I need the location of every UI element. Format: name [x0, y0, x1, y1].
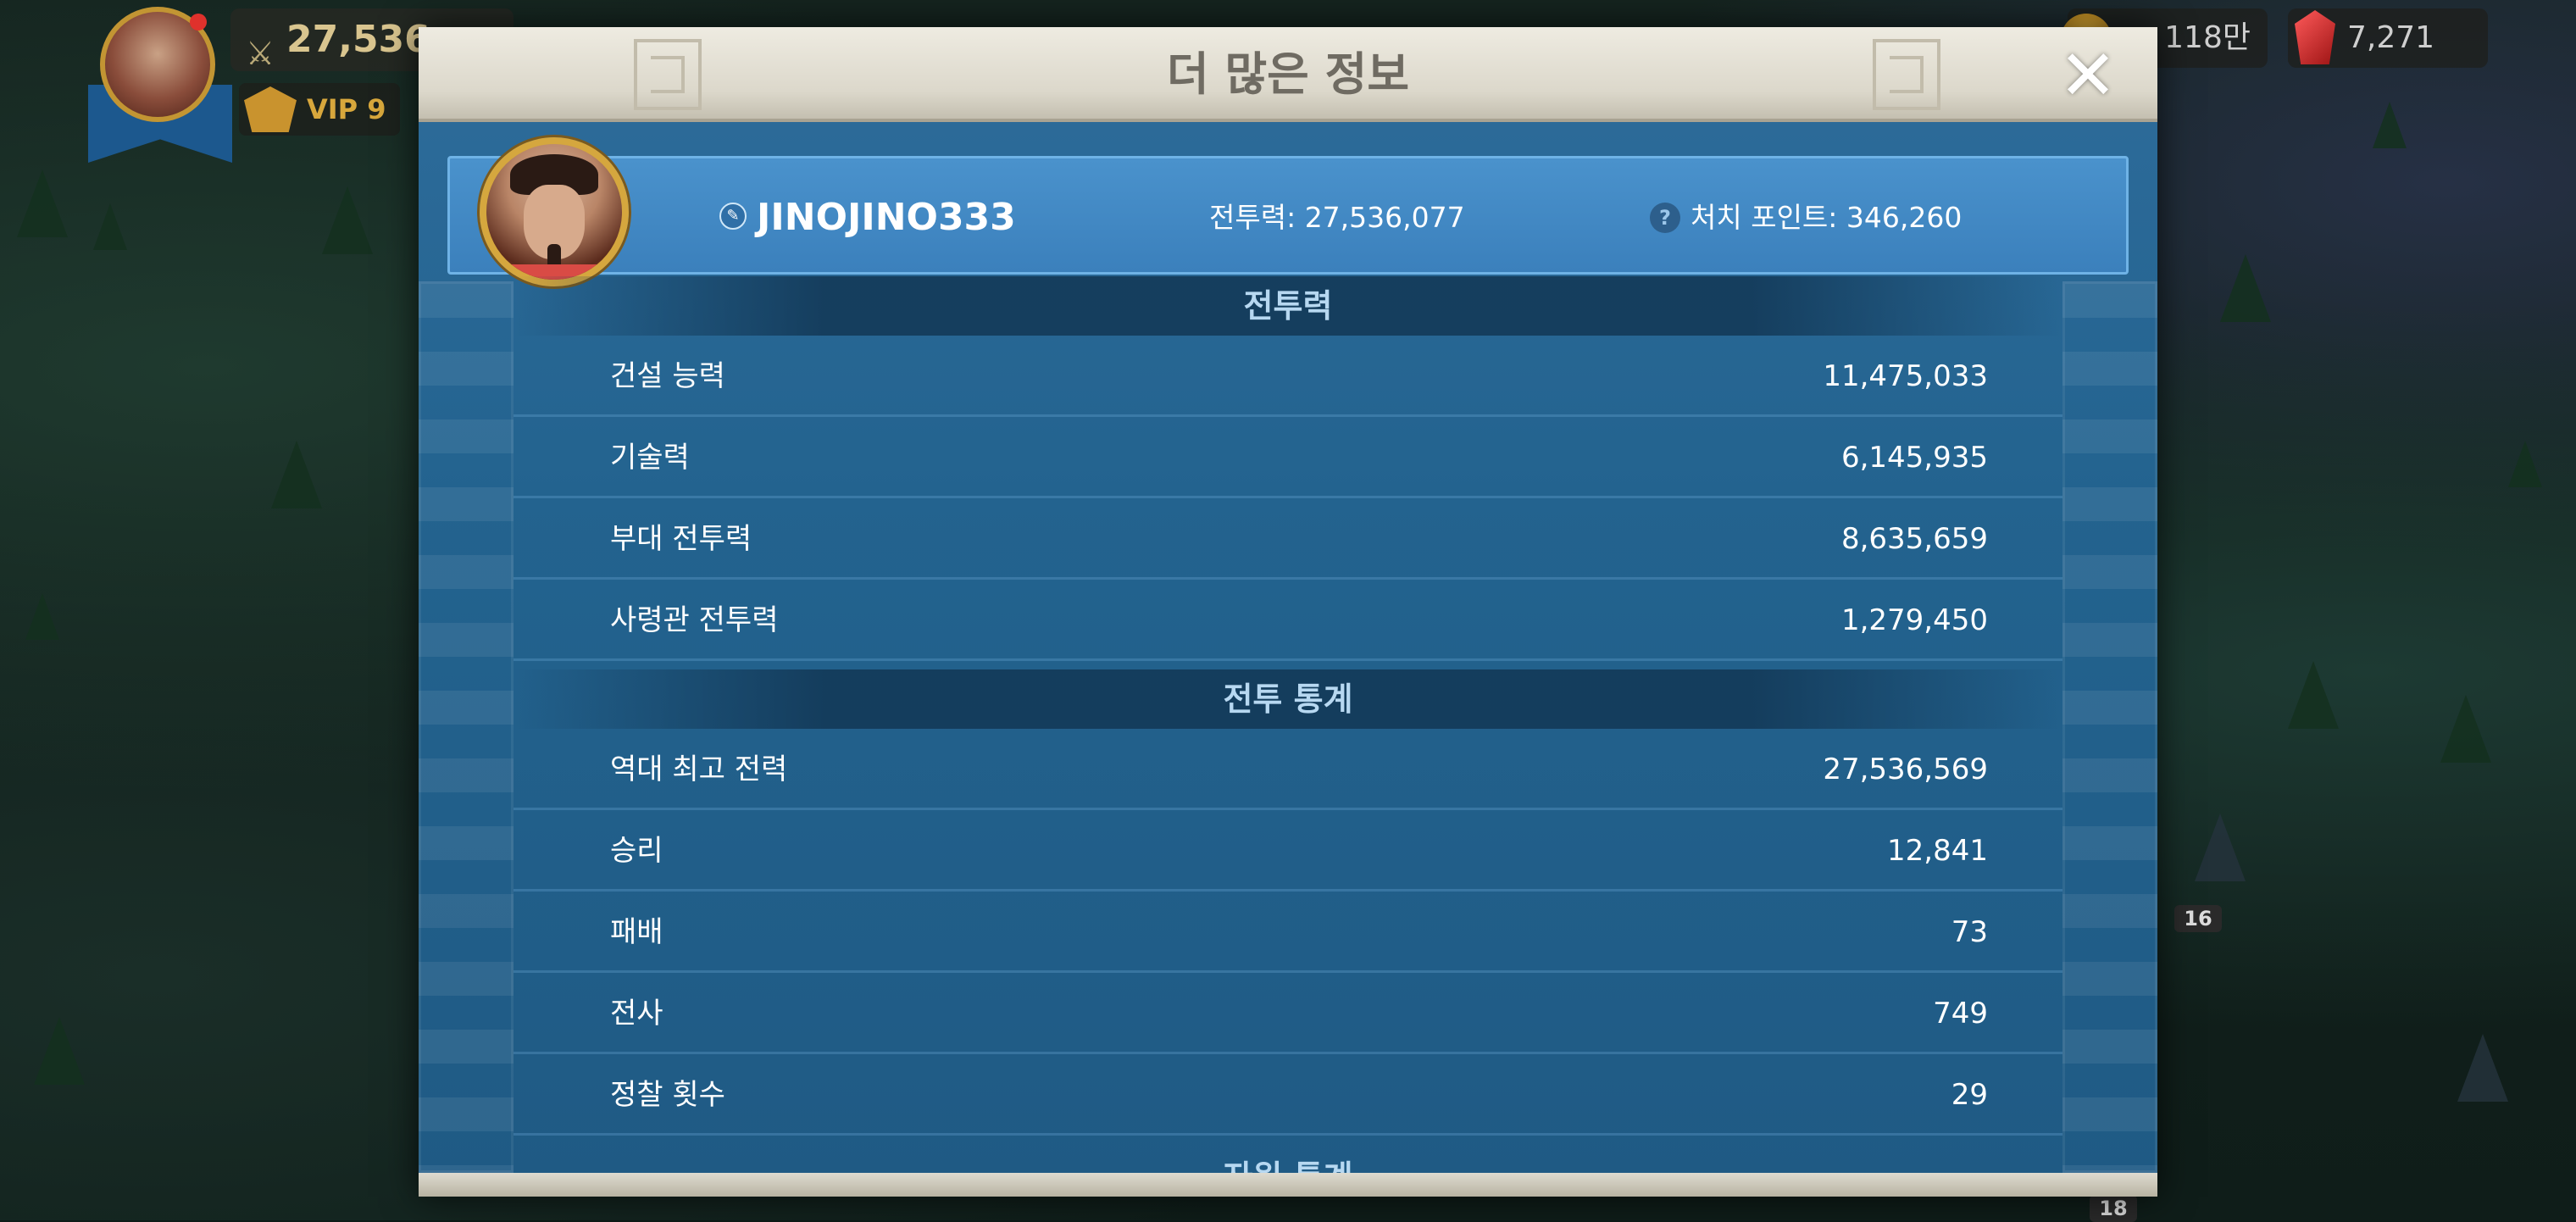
row-value: 29	[1951, 1078, 1988, 1112]
hud-gems-display[interactable]: 7,271	[2288, 8, 2488, 68]
side-ornament-right	[2062, 281, 2157, 1173]
row-label: 건설 능력	[610, 359, 725, 393]
table-row: 사령관 전투력 1,279,450	[514, 580, 2062, 661]
table-row: 전사 749	[514, 973, 2062, 1054]
tree-decoration	[2373, 102, 2407, 148]
table-row: 승리 12,841	[514, 810, 2062, 892]
dialog-bottom-bar	[419, 1173, 2157, 1197]
table-row: 기술력 6,145,935	[514, 417, 2062, 498]
hud-avatar[interactable]	[100, 7, 215, 122]
section-header-partial: 자원 통계	[514, 1159, 2062, 1173]
table-row: 역대 최고 전력 27,536,569	[514, 729, 2062, 810]
hud-vip-badge[interactable]: VIP 9	[239, 83, 400, 136]
tree-decoration	[2457, 1034, 2508, 1102]
more-info-dialog: 더 많은 정보 ✕ ✎ JINOJINO333 전투력: 27,536,077 …	[419, 27, 2157, 1197]
row-value: 749	[1933, 997, 1988, 1030]
notification-dot	[190, 14, 207, 31]
player-info-banner: ✎ JINOJINO333 전투력: 27,536,077 ? 처치 포인트: …	[447, 156, 2129, 275]
table-row: 패배 73	[514, 892, 2062, 973]
player-power: 전투력: 27,536,077	[1209, 201, 1465, 234]
gem-icon	[2295, 10, 2335, 64]
tree-decoration	[2508, 441, 2542, 487]
side-ornament-left	[419, 281, 514, 1173]
tree-decoration	[93, 203, 127, 250]
hud-gems-value: 7,271	[2347, 20, 2435, 55]
row-value: 11,475,033	[1823, 359, 1988, 393]
section-header-power: 전투력	[514, 276, 2062, 336]
map-level-badge[interactable]: 18	[2090, 1195, 2137, 1222]
row-value: 6,145,935	[1840, 441, 1988, 475]
row-label: 부대 전투력	[610, 522, 752, 556]
hud-vip-label: VIP 9	[307, 93, 386, 125]
row-label: 전사	[610, 997, 663, 1030]
row-label: 역대 최고 전력	[610, 753, 788, 786]
help-icon[interactable]: ?	[1650, 203, 1680, 233]
table-row: 건설 능력 11,475,033	[514, 336, 2062, 417]
table-row: 정찰 횟수 29	[514, 1054, 2062, 1136]
dialog-title: 더 많은 정보	[1167, 47, 1409, 101]
tree-decoration	[271, 441, 322, 508]
tree-decoration	[17, 169, 68, 237]
row-label: 기술력	[610, 441, 690, 475]
table-row: 부대 전투력 8,635,659	[514, 498, 2062, 580]
tree-decoration	[2220, 254, 2271, 322]
tree-decoration	[2288, 661, 2339, 729]
hud-gold-value: 118만	[2164, 20, 2251, 55]
dialog-title-bar: 더 많은 정보 ✕	[419, 27, 2157, 122]
kill-points: 처치 포인트: 346,260	[1690, 201, 1963, 234]
sword-icon: ⚔	[246, 35, 275, 72]
tree-decoration	[25, 593, 59, 640]
player-avatar[interactable]	[480, 137, 629, 286]
tree-decoration	[2195, 814, 2246, 881]
row-label: 사령관 전투력	[610, 603, 779, 637]
row-label: 패배	[610, 915, 663, 949]
row-label: 승리	[610, 834, 663, 868]
player-name: JINOJINO333	[757, 196, 1016, 239]
edit-name-icon[interactable]: ✎	[719, 203, 747, 230]
row-value: 27,536,569	[1823, 753, 1988, 786]
tree-decoration	[2440, 695, 2491, 763]
hud-power-value: 27,536	[286, 18, 430, 61]
vip-shield-icon	[244, 86, 297, 132]
row-value: 73	[1951, 915, 1988, 949]
map-level-badge[interactable]: 16	[2174, 905, 2222, 932]
row-value: 12,841	[1887, 834, 1988, 868]
tree-decoration	[34, 1017, 85, 1085]
tree-decoration	[322, 186, 373, 254]
row-value: 1,279,450	[1840, 603, 1988, 637]
section-header-battle-stats: 전투 통계	[514, 669, 2062, 729]
close-button[interactable]: ✕	[2054, 42, 2122, 111]
row-label: 정찰 횟수	[610, 1078, 725, 1112]
row-value: 8,635,659	[1840, 522, 1988, 556]
